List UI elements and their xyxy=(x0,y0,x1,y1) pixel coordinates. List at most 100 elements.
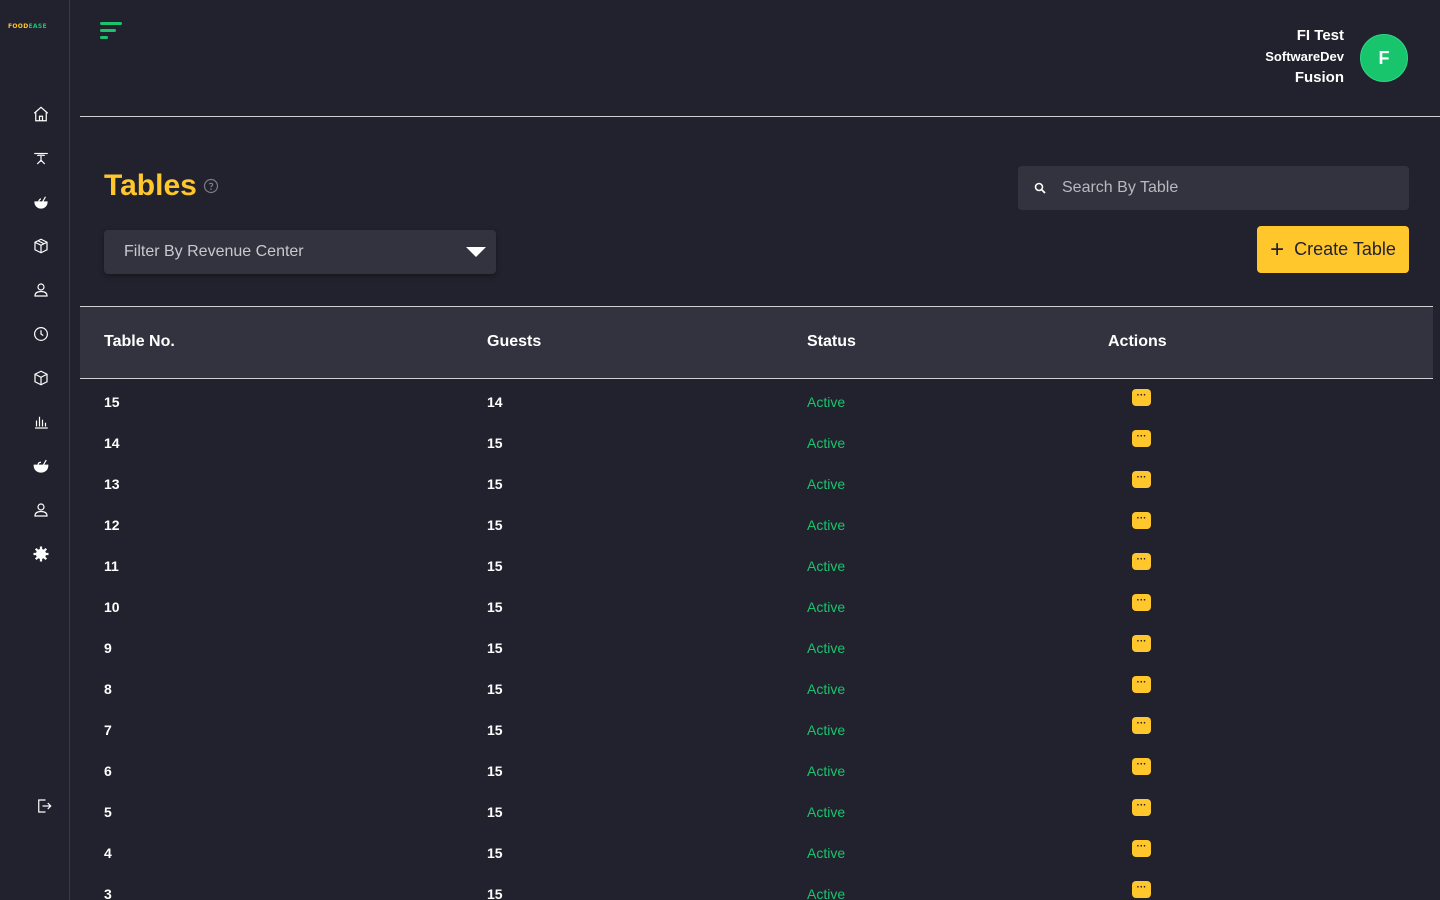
user-name: FI Test xyxy=(1296,27,1344,44)
brand-logo[interactable]: FOODEASE xyxy=(8,22,62,32)
plus-icon: + xyxy=(1270,235,1285,263)
user-info: FI Test SoftwareDev Fusion xyxy=(1265,26,1344,88)
header-divider xyxy=(80,116,1440,117)
table-row[interactable]: 3 15 Active ··· xyxy=(80,872,1433,900)
table-header: Table No. Guests Status Actions xyxy=(80,307,1433,379)
user-icon[interactable] xyxy=(30,279,52,301)
status-badge: Active xyxy=(807,476,846,492)
filter-label: Filter By Revenue Center xyxy=(124,243,304,260)
table-row[interactable]: 14 15 Active ··· xyxy=(80,421,1433,462)
status-badge: Active xyxy=(807,763,846,779)
column-header-guests[interactable]: Guests xyxy=(487,333,541,351)
row-actions-button[interactable]: ··· xyxy=(1132,635,1151,652)
guests-cell: 15 xyxy=(487,435,503,451)
create-table-label: Create Table xyxy=(1294,239,1396,259)
row-actions-button[interactable]: ··· xyxy=(1132,553,1151,570)
row-actions-button[interactable]: ··· xyxy=(1132,594,1151,611)
column-header-table-no[interactable]: Table No. xyxy=(104,333,175,351)
home-icon[interactable] xyxy=(30,103,52,125)
table-row[interactable]: 7 15 Active ··· xyxy=(80,708,1433,749)
status-badge: Active xyxy=(807,722,846,738)
chevron-down-icon xyxy=(466,247,486,257)
guests-cell: 14 xyxy=(487,394,503,410)
sidebar: FOODEASE xyxy=(0,0,70,900)
bar-chart-icon[interactable] xyxy=(30,411,52,433)
table-no-cell: 9 xyxy=(104,640,112,656)
cube-icon[interactable] xyxy=(30,367,52,389)
table-row[interactable]: 4 15 Active ··· xyxy=(80,831,1433,872)
app-root: FOODEASE FI Test SoftwareDev Fusion F Ta… xyxy=(0,0,1440,900)
status-badge: Active xyxy=(807,681,846,697)
guests-cell: 15 xyxy=(487,517,503,533)
row-actions-button[interactable]: ··· xyxy=(1132,430,1151,447)
table-no-cell: 12 xyxy=(104,517,120,533)
status-badge: Active xyxy=(807,517,846,533)
brand-logo-part1: FOOD xyxy=(8,23,29,30)
logout-icon[interactable] xyxy=(33,795,55,817)
table-body: 15 14 Active ··· 14 15 Active ··· 13 15 … xyxy=(80,380,1433,900)
help-icon[interactable] xyxy=(203,178,219,194)
row-actions-button[interactable]: ··· xyxy=(1132,676,1151,693)
table-no-cell: 14 xyxy=(104,435,120,451)
table-icon[interactable] xyxy=(30,147,52,169)
row-actions-button[interactable]: ··· xyxy=(1132,512,1151,529)
guests-cell: 15 xyxy=(487,599,503,615)
table-row[interactable]: 13 15 Active ··· xyxy=(80,462,1433,503)
create-table-button[interactable]: + Create Table xyxy=(1257,226,1409,273)
box-icon[interactable] xyxy=(30,235,52,257)
table-no-cell: 3 xyxy=(104,886,112,900)
table-row[interactable]: 5 15 Active ··· xyxy=(80,790,1433,831)
table-no-cell: 6 xyxy=(104,763,112,779)
row-actions-button[interactable]: ··· xyxy=(1132,758,1151,775)
row-actions-button[interactable]: ··· xyxy=(1132,717,1151,734)
table-row[interactable]: 6 15 Active ··· xyxy=(80,749,1433,790)
guests-cell: 15 xyxy=(487,476,503,492)
row-actions-button[interactable]: ··· xyxy=(1132,799,1151,816)
guests-cell: 15 xyxy=(487,763,503,779)
brand-logo-part2: EASE xyxy=(28,23,47,30)
gear-icon[interactable] xyxy=(30,543,52,565)
guests-cell: 15 xyxy=(487,722,503,738)
table-no-cell: 13 xyxy=(104,476,120,492)
row-actions-button[interactable]: ··· xyxy=(1132,471,1151,488)
status-badge: Active xyxy=(807,599,846,615)
column-header-actions: Actions xyxy=(1108,333,1167,350)
table-no-cell: 11 xyxy=(104,558,119,574)
row-actions-button[interactable]: ··· xyxy=(1132,389,1151,406)
clock-icon[interactable] xyxy=(30,323,52,345)
table-row[interactable]: 12 15 Active ··· xyxy=(80,503,1433,544)
table-row[interactable]: 11 15 Active ··· xyxy=(80,544,1433,585)
search-input[interactable] xyxy=(1062,179,1382,197)
guests-cell: 15 xyxy=(487,558,503,574)
guests-cell: 15 xyxy=(487,640,503,656)
row-actions-button[interactable]: ··· xyxy=(1132,881,1151,898)
search-icon xyxy=(1034,182,1046,194)
status-badge: Active xyxy=(807,640,846,656)
user-company: Fusion xyxy=(1294,69,1344,86)
row-actions-button[interactable]: ··· xyxy=(1132,840,1151,857)
guests-cell: 15 xyxy=(487,804,503,820)
table-row[interactable]: 8 15 Active ··· xyxy=(80,667,1433,708)
table-no-cell: 10 xyxy=(104,599,120,615)
dish-icon[interactable] xyxy=(30,455,52,477)
column-header-status[interactable]: Status xyxy=(807,333,856,351)
table-row[interactable]: 9 15 Active ··· xyxy=(80,626,1433,667)
search-box[interactable] xyxy=(1018,166,1409,210)
guests-cell: 15 xyxy=(487,845,503,861)
menu-toggle-icon[interactable] xyxy=(100,22,124,40)
status-badge: Active xyxy=(807,394,846,410)
revenue-center-filter[interactable]: Filter By Revenue Center xyxy=(104,230,496,274)
status-badge: Active xyxy=(807,435,846,451)
table-no-cell: 4 xyxy=(104,845,112,861)
food-icon[interactable] xyxy=(30,191,52,213)
table-no-cell: 5 xyxy=(104,804,112,820)
table-no-cell: 15 xyxy=(104,394,120,410)
table-row[interactable]: 10 15 Active ··· xyxy=(80,585,1433,626)
avatar[interactable]: F xyxy=(1360,34,1408,82)
status-badge: Active xyxy=(807,886,846,900)
guests-cell: 15 xyxy=(487,681,503,697)
page-title: Tables xyxy=(104,169,197,202)
person-icon[interactable] xyxy=(30,499,52,521)
table-no-cell: 7 xyxy=(104,722,112,738)
table-row[interactable]: 15 14 Active ··· xyxy=(80,380,1433,421)
